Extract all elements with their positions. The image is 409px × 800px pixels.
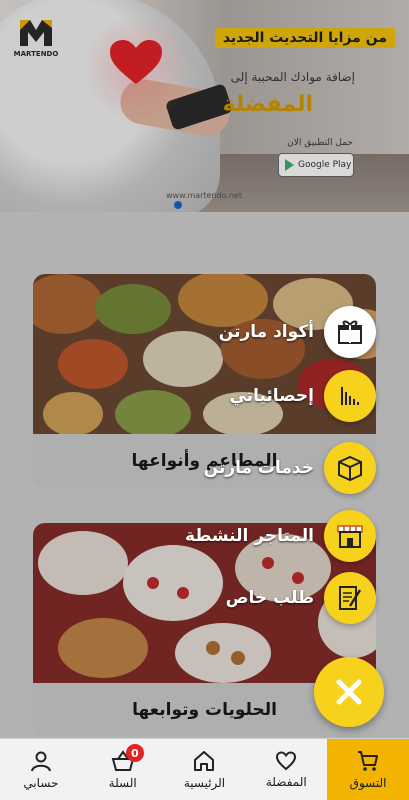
nav-label: حسابي bbox=[23, 775, 59, 790]
close-fab-button[interactable] bbox=[314, 657, 384, 727]
nav-label: الرئيسية bbox=[183, 775, 226, 790]
nav-label: التسوق bbox=[349, 775, 387, 790]
heart-outline-icon bbox=[276, 750, 297, 770]
nav-item-account[interactable]: حسابي bbox=[0, 739, 82, 800]
fab-item-marten-codes[interactable]: أكواد مارتن bbox=[219, 306, 376, 358]
user-icon bbox=[30, 751, 51, 771]
fab-item-active-stores[interactable]: المتاجر النشطة bbox=[185, 510, 376, 562]
fab-label: طلب خاص bbox=[225, 588, 314, 608]
fab-label: إحصائياتي bbox=[229, 386, 314, 406]
fab-label: أكواد مارتن bbox=[218, 322, 314, 342]
nav-label: المفضلة bbox=[265, 774, 307, 789]
banner-dim-overlay bbox=[0, 0, 409, 212]
promo-banner[interactable]: MARTENDO من مزايا التحديث الجديد إضافة م… bbox=[0, 0, 409, 212]
nav-item-basket[interactable]: 0 السلة bbox=[82, 739, 164, 800]
edit-document-icon[interactable] bbox=[324, 572, 376, 624]
close-icon bbox=[336, 679, 362, 705]
fab-item-marten-services[interactable]: خدمات مارتن bbox=[204, 442, 376, 494]
fab-label: خدمات مارتن bbox=[203, 458, 314, 478]
nav-label: السلة bbox=[108, 775, 137, 790]
home-icon bbox=[194, 750, 215, 771]
cart-icon bbox=[358, 750, 379, 771]
gift-icon[interactable] bbox=[324, 306, 376, 358]
fab-item-special-request[interactable]: طلب خاص bbox=[226, 572, 376, 624]
bottom-navigation: حسابي 0 السلة الرئيسية المفضلة التسوق bbox=[0, 738, 409, 800]
box-icon[interactable] bbox=[324, 442, 376, 494]
basket-count-badge: 0 bbox=[125, 744, 144, 762]
nav-item-shopping[interactable]: التسوق bbox=[327, 739, 409, 800]
fab-label: المتاجر النشطة bbox=[185, 526, 314, 546]
nav-item-home[interactable]: الرئيسية bbox=[164, 739, 246, 800]
store-icon[interactable] bbox=[324, 510, 376, 562]
stats-icon[interactable] bbox=[324, 370, 376, 422]
fab-item-my-stats[interactable]: إحصائياتي bbox=[229, 370, 376, 422]
nav-item-favorites[interactable]: المفضلة bbox=[245, 739, 327, 800]
